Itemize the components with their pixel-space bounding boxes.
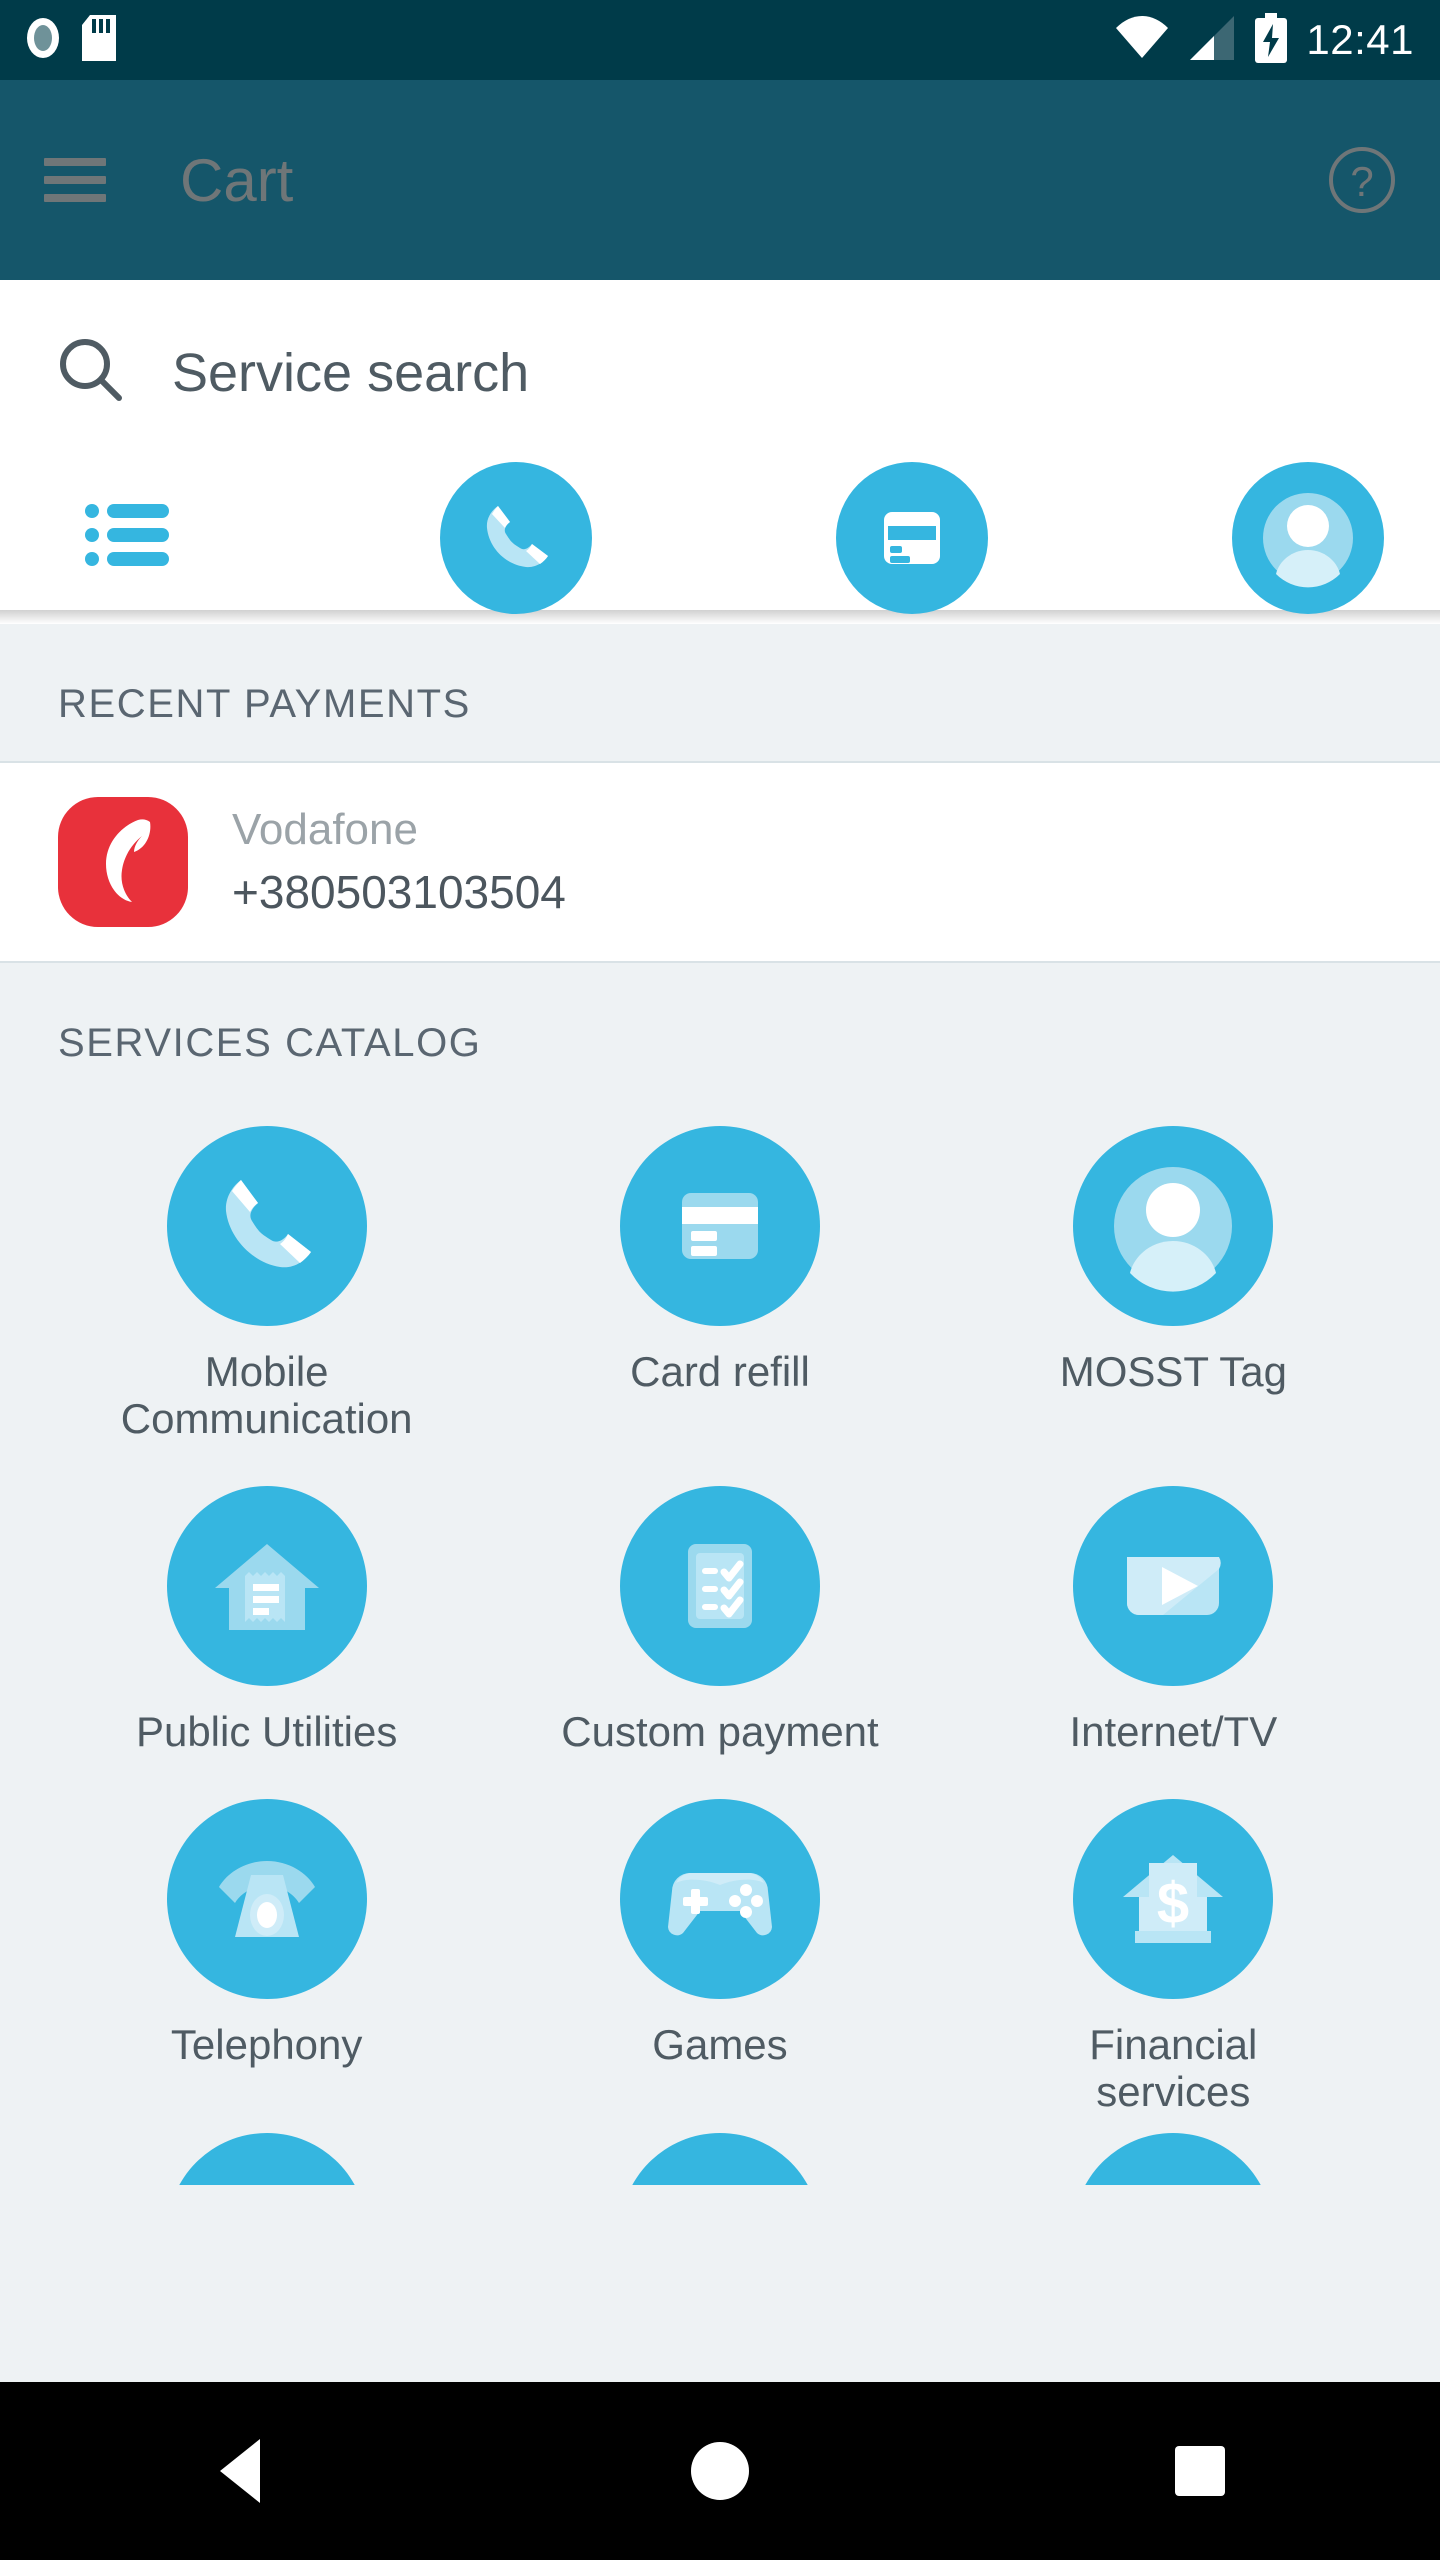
catalog-item-label: Custom payment bbox=[561, 1708, 879, 1756]
service-icon bbox=[166, 2133, 367, 2186]
list-icon bbox=[85, 500, 177, 575]
phone-icon bbox=[166, 1126, 367, 1326]
recents-nav-icon[interactable] bbox=[1100, 2382, 1300, 2560]
catalog-item-card-refill[interactable]: Card refill bbox=[493, 1100, 946, 1460]
status-bar-clock: 12:41 bbox=[1306, 16, 1414, 63]
catalog-item-financial-services[interactable]: $ Financial services bbox=[947, 1773, 1400, 2133]
home-nav-icon[interactable] bbox=[620, 2382, 820, 2560]
svg-text:?: ? bbox=[1350, 158, 1373, 205]
battery-charging-icon bbox=[1254, 12, 1288, 68]
quick-action-account[interactable] bbox=[1232, 461, 1384, 614]
wifi-icon bbox=[1114, 15, 1170, 65]
search-icon bbox=[58, 337, 124, 408]
page-title: Cart bbox=[180, 146, 294, 214]
catalog-item-games[interactable]: Games bbox=[493, 1773, 946, 2133]
catalog-item-mosst-tag[interactable]: MOSST Tag bbox=[947, 1100, 1400, 1460]
catalog-item-label: Telephony bbox=[170, 2021, 363, 2069]
quick-action-list[interactable] bbox=[66, 500, 196, 575]
catalog-item-mobile-communication[interactable]: Mobile Communication bbox=[40, 1100, 493, 1460]
nfc-icon bbox=[26, 17, 60, 64]
service-icon bbox=[1073, 2133, 1274, 2186]
search-input[interactable]: Service search bbox=[0, 280, 1440, 465]
status-bar: 12:41 bbox=[0, 0, 1440, 80]
gamepad-icon bbox=[619, 1799, 820, 2000]
service-icon bbox=[619, 2133, 820, 2186]
hamburger-menu-icon[interactable] bbox=[44, 158, 106, 202]
person-icon bbox=[1073, 1126, 1274, 1326]
credit-card-icon bbox=[619, 1126, 820, 1326]
bank-dollar-icon: $ bbox=[1073, 1799, 1274, 2000]
search-card: Service search bbox=[0, 280, 1440, 624]
app-bar: Cart ? bbox=[0, 80, 1440, 280]
payment-text: Vodafone +380503103504 bbox=[232, 805, 566, 919]
card-shadow bbox=[0, 610, 1440, 624]
catalog-item-telephony[interactable]: Telephony bbox=[40, 1773, 493, 2133]
catalog-row-1: Mobile Communication Card refill MOSST T… bbox=[40, 1100, 1400, 1460]
back-nav-icon[interactable] bbox=[140, 2382, 340, 2560]
catalog-item-partial[interactable] bbox=[493, 2133, 946, 2186]
status-bar-left-icons bbox=[26, 14, 116, 66]
credit-card-icon bbox=[836, 461, 988, 614]
landline-phone-icon bbox=[166, 1799, 367, 2000]
cellular-signal-icon bbox=[1188, 15, 1236, 65]
catalog-row-4-partial bbox=[40, 2133, 1400, 2186]
catalog-item-internet-tv[interactable]: Internet/TV bbox=[947, 1460, 1400, 1773]
quick-action-mobile[interactable] bbox=[440, 461, 592, 614]
search-placeholder: Service search bbox=[172, 342, 530, 403]
android-navigation-bar bbox=[0, 2382, 1440, 2560]
catalog-item-label: Internet/TV bbox=[1069, 1708, 1278, 1756]
help-circle-icon[interactable]: ? bbox=[1328, 146, 1396, 214]
phone-icon bbox=[440, 461, 592, 614]
catalog-item-label: Mobile Communication bbox=[120, 1348, 413, 1443]
house-receipt-icon bbox=[166, 1486, 367, 1687]
catalog-item-label: Card refill bbox=[630, 1348, 810, 1395]
catalog-item-partial[interactable] bbox=[947, 2133, 1400, 2186]
catalog-item-label: Public Utilities bbox=[135, 1708, 398, 1756]
recent-payments-header: RECENT PAYMENTS bbox=[58, 682, 471, 726]
recent-payment-item[interactable]: Vodafone +380503103504 bbox=[0, 763, 1440, 961]
status-bar-right-icons: 12:41 bbox=[1114, 12, 1414, 68]
phone-screen: 12:41 Cart ? Service search RECENT PAYME… bbox=[0, 0, 1440, 2560]
person-icon bbox=[1232, 461, 1384, 614]
catalog-item-custom-payment[interactable]: Custom payment bbox=[493, 1460, 946, 1773]
payment-provider: Vodafone bbox=[232, 805, 418, 854]
catalog-item-label: Financial services bbox=[1089, 2021, 1258, 2116]
sd-card-icon bbox=[82, 14, 116, 66]
catalog-item-public-utilities[interactable]: Public Utilities bbox=[40, 1460, 493, 1773]
payment-account: +380503103504 bbox=[232, 866, 566, 918]
quick-actions-row bbox=[0, 461, 1440, 614]
play-tv-icon bbox=[1073, 1486, 1274, 1687]
catalog-item-label: Games bbox=[652, 2021, 788, 2069]
services-catalog-header: SERVICES CATALOG bbox=[58, 1021, 482, 1065]
checklist-icon bbox=[619, 1486, 820, 1687]
vodafone-logo bbox=[58, 797, 188, 927]
svg-text:$: $ bbox=[1157, 1871, 1189, 1936]
quick-action-card[interactable] bbox=[836, 461, 988, 614]
catalog-item-partial[interactable] bbox=[40, 2133, 493, 2186]
catalog-row-2: Public Utilities Custom payment Internet… bbox=[40, 1460, 1400, 1773]
services-catalog-grid: Mobile Communication Card refill MOSST T… bbox=[0, 1100, 1440, 2186]
catalog-row-3: Telephony Games $ Financial services bbox=[40, 1773, 1400, 2133]
catalog-item-label: MOSST Tag bbox=[1059, 1348, 1287, 1395]
